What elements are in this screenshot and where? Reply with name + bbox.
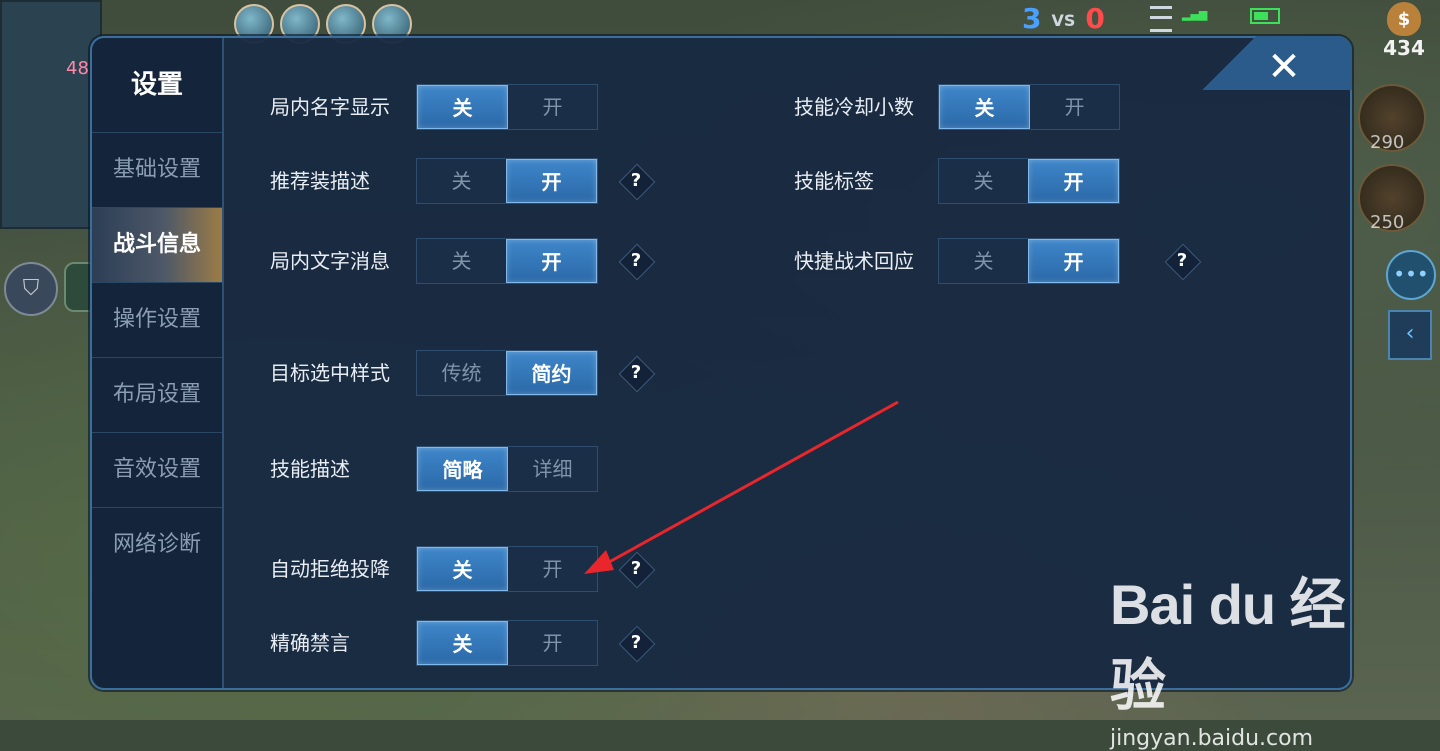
help-icon[interactable]: ? <box>618 355 656 393</box>
toggle-option[interactable]: 关 <box>417 239 506 283</box>
shield-icon[interactable]: ⛉ <box>4 262 58 316</box>
score-display: 3 VS 0 <box>1022 2 1105 35</box>
item-price: 290 <box>1370 132 1405 153</box>
toggle-option[interactable]: 开 <box>1030 85 1119 129</box>
watermark-logo: Bai du 经验 <box>1110 573 1346 717</box>
setting-row: 技能描述 简略 详细 <box>270 446 670 492</box>
setting-label: 局内文字消息 <box>270 249 390 273</box>
setting-row: 快捷战术回应 关 开 ? <box>794 238 1224 284</box>
toggle-option[interactable]: 关 <box>417 159 506 203</box>
setting-label: 精确禁言 <box>270 631 350 655</box>
setting-label: 自动拒绝投降 <box>270 557 390 581</box>
chevron-left-icon[interactable]: ‹ <box>1388 310 1432 360</box>
watermark-url: jingyan.baidu.com <box>1110 726 1314 751</box>
toggle-option[interactable]: 开 <box>1028 159 1119 203</box>
recommended-item-desc-toggle: 关 开 <box>416 158 598 204</box>
setting-label: 推荐装描述 <box>270 169 370 193</box>
toggle-option[interactable]: 开 <box>508 85 597 129</box>
minimap-counter: 48 <box>66 58 89 79</box>
setting-row: 精确禁言 关 开 ? <box>270 620 730 666</box>
setting-row: 技能冷却小数 关 开 <box>794 84 1214 130</box>
name-display-toggle: 关 开 <box>416 84 598 130</box>
red-team-score: 0 <box>1085 2 1105 35</box>
vs-label: VS <box>1051 10 1076 30</box>
gold-counter[interactable]: $ 434 <box>1372 2 1436 68</box>
setting-row: 自动拒绝投降 关 开 ? <box>270 546 730 592</box>
sidebar-item-layout[interactable]: 布局设置 <box>92 357 222 432</box>
toggle-option[interactable]: 详细 <box>508 447 597 491</box>
toggle-option[interactable]: 关 <box>939 239 1028 283</box>
help-icon[interactable]: ? <box>1164 243 1202 281</box>
minimap[interactable]: 48 <box>0 0 102 229</box>
setting-label: 目标选中样式 <box>270 361 390 385</box>
setting-row: 局内名字显示 关 开 <box>270 84 670 130</box>
signal-icon: ▂▄▆ <box>1182 8 1208 21</box>
setting-label: 快捷战术回应 <box>794 249 914 273</box>
gold-amount: 434 <box>1383 36 1425 60</box>
toggle-option[interactable]: 开 <box>508 621 597 665</box>
sidebar-item-basic[interactable]: 基础设置 <box>92 132 222 207</box>
toggle-option[interactable]: 开 <box>506 159 597 203</box>
sidebar-item-battle-info[interactable]: 战斗信息 <box>92 207 222 282</box>
battery-icon <box>1250 8 1280 24</box>
setting-row: 局内文字消息 关 开 ? <box>270 238 730 284</box>
precise-mute-toggle: 关 开 <box>416 620 598 666</box>
quick-tactic-reply-toggle: 关 开 <box>938 238 1120 284</box>
toggle-option[interactable]: 关 <box>417 85 508 129</box>
speech-bubble-icon[interactable]: ••• <box>1386 250 1436 300</box>
item-price: 250 <box>1370 212 1405 233</box>
setting-row: 目标选中样式 传统 简约 ? <box>270 350 730 396</box>
toggle-option[interactable]: 开 <box>508 547 597 591</box>
toggle-option[interactable]: 关 <box>939 159 1028 203</box>
help-icon[interactable]: ? <box>618 551 656 589</box>
baidu-jingyan-watermark: Bai du 经验 jingyan.baidu.com <box>1110 560 1370 751</box>
setting-row: 推荐装描述 关 开 ? <box>270 158 730 204</box>
skill-tag-toggle: 关 开 <box>938 158 1120 204</box>
sidebar-item-network[interactable]: 网络诊断 <box>92 507 222 582</box>
sidebar-item-sound[interactable]: 音效设置 <box>92 432 222 507</box>
toggle-option[interactable]: 简约 <box>506 351 597 395</box>
toggle-option[interactable]: 开 <box>1028 239 1119 283</box>
toggle-option[interactable]: 开 <box>506 239 597 283</box>
help-icon[interactable]: ? <box>618 163 656 201</box>
setting-row: 技能标签 关 开 <box>794 158 1214 204</box>
setting-label: 技能冷却小数 <box>794 95 914 119</box>
in-game-text-toggle: 关 开 <box>416 238 598 284</box>
toggle-option[interactable]: 传统 <box>417 351 506 395</box>
toggle-option[interactable]: 关 <box>417 547 508 591</box>
menu-icon[interactable] <box>1150 6 1172 32</box>
toggle-option[interactable]: 简略 <box>417 447 508 491</box>
blue-team-score: 3 <box>1022 2 1042 35</box>
setting-label: 技能描述 <box>270 457 350 481</box>
help-icon[interactable]: ? <box>618 625 656 663</box>
setting-label: 技能标签 <box>794 169 874 193</box>
auto-reject-surrender-toggle: 关 开 <box>416 546 598 592</box>
setting-label: 局内名字显示 <box>270 95 390 119</box>
toggle-option[interactable]: 关 <box>939 85 1030 129</box>
gold-bag-icon: $ <box>1387 2 1421 36</box>
settings-title: 设置 <box>130 70 183 100</box>
toggle-option[interactable]: 关 <box>417 621 508 665</box>
sidebar-item-controls[interactable]: 操作设置 <box>92 282 222 357</box>
target-style-toggle: 传统 简约 <box>416 350 598 396</box>
settings-sidebar: 设置 基础设置 战斗信息 操作设置 布局设置 音效设置 网络诊断 <box>92 38 224 688</box>
help-icon[interactable]: ? <box>618 243 656 281</box>
cooldown-decimal-toggle: 关 开 <box>938 84 1120 130</box>
skill-description-toggle: 简略 详细 <box>416 446 598 492</box>
